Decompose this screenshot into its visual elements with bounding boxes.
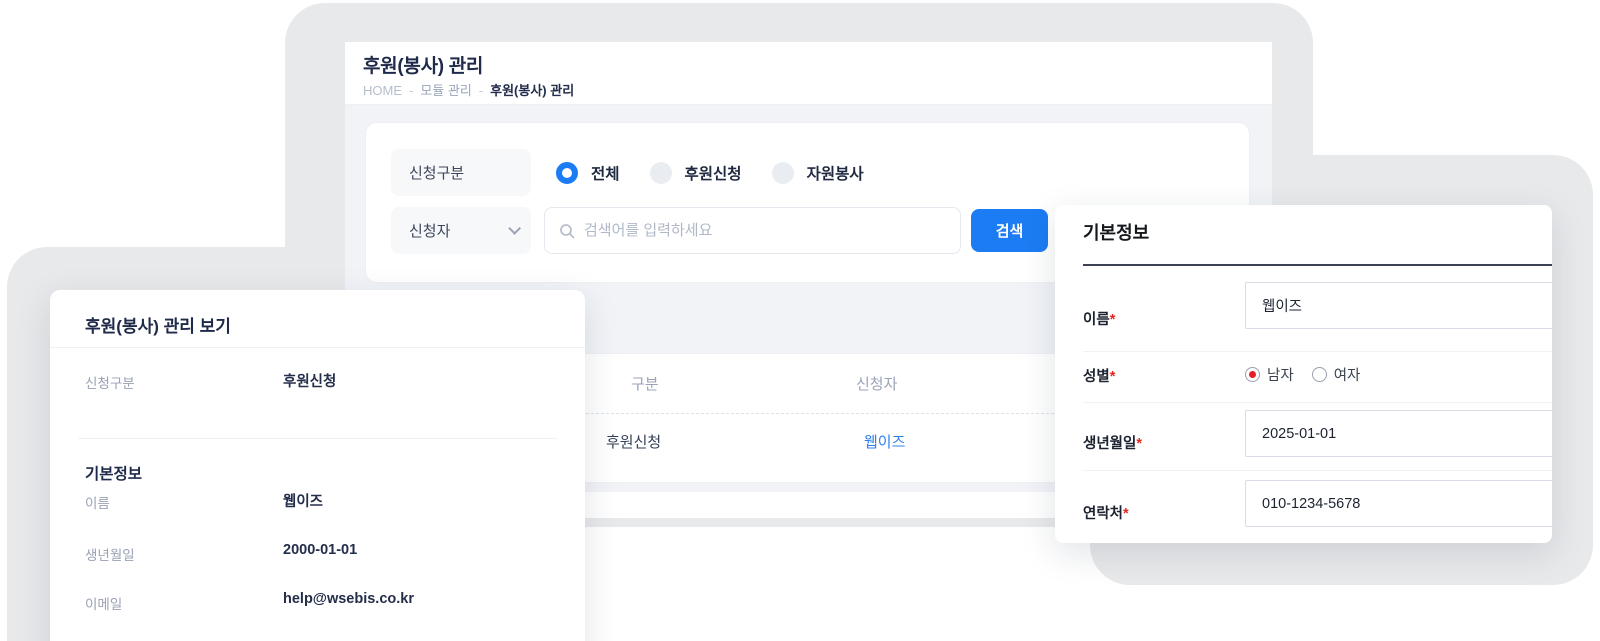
view-field-label: 이름 [85,496,110,511]
chevron-down-icon [508,222,521,235]
breadcrumb-separator: - [478,83,484,98]
label-text: 생년월일 [1083,436,1137,452]
edit-field-label-gender: 성별* [1083,365,1115,386]
row-divider [1083,402,1552,403]
row-divider [1083,470,1552,471]
row-divider [1083,351,1552,352]
view-panel: 후원(봉사) 관리 보기 신청구분 후원신청 기본정보 이름 웹이즈 생년월일 … [50,290,585,641]
name-input[interactable] [1245,282,1552,329]
table-cell-applicant-link[interactable]: 웹이즈 [864,431,905,452]
page-title: 후원(봉사) 관리 [363,56,484,77]
view-field-value: 후원신청 [283,374,337,390]
breadcrumb-module[interactable]: 모듈 관리 [420,83,471,98]
radio-unselected-icon[interactable] [1311,367,1327,382]
radio-unselected-icon[interactable] [649,161,672,184]
breadcrumb-home[interactable]: HOME [363,83,402,98]
radio-option-volunteer[interactable]: 자원봉사 [771,161,864,184]
search-input[interactable] [584,222,946,239]
gender-radio-group: 남자 여자 [1245,364,1360,385]
main-header: 후원(봉사) 관리 HOME - 모듈 관리 - 후원(봉사) 관리 [345,42,1272,105]
radio-selected-icon[interactable] [556,161,578,184]
edit-panel: 기본정보 이름* 성별* 남자 여자 생년월일* [1055,205,1552,543]
filter-category-label: 신청구분 [391,149,531,196]
view-section-title: 기본정보 [85,466,143,483]
gender-option-female[interactable]: 여자 [1311,364,1361,385]
birthdate-input[interactable] [1245,410,1552,457]
label-text: 연락처 [1083,506,1124,522]
radio-option-label: 후원신청 [684,165,742,183]
search-field-select[interactable]: 신청자 [391,207,531,254]
table-cell-category: 후원신청 [606,434,662,451]
title-underline [1083,264,1552,266]
radio-unselected-icon[interactable] [771,161,794,184]
required-mark: * [1136,436,1143,452]
search-field-select-value: 신청자 [409,223,451,240]
view-field-value: help@wsebis.co.kr [283,591,414,607]
divider [50,347,585,348]
filter-radio-group: 전체 후원신청 자원봉사 [556,149,864,196]
required-mark: * [1109,312,1116,328]
required-mark: * [1109,369,1116,385]
view-panel-title: 후원(봉사) 관리 보기 [85,317,231,336]
breadcrumb-separator: - [409,83,414,98]
search-icon [560,223,575,238]
view-field-label: 생년월일 [85,548,135,563]
edit-field-label-name: 이름* [1083,308,1115,329]
radio-option-all[interactable]: 전체 [556,161,620,184]
divider [78,438,557,439]
table-header-category: 구분 [631,376,659,393]
label-text: 성별 [1083,369,1110,385]
radio-option-sponsor[interactable]: 후원신청 [649,161,742,184]
label-text: 이름 [1083,312,1110,328]
view-field-value: 2000-01-01 [283,542,358,558]
view-field-label: 이메일 [85,597,123,612]
filter-category-label-text: 신청구분 [409,165,465,182]
edit-field-label-contact: 연락처* [1083,502,1129,523]
breadcrumb: HOME - 모듈 관리 - 후원(봉사) 관리 [363,80,574,99]
radio-selected-icon[interactable] [1245,367,1260,382]
view-field-label: 신청구분 [85,376,135,391]
gender-option-label: 남자 [1267,368,1294,384]
screenshot-stage: 후원(봉사) 관리 HOME - 모듈 관리 - 후원(봉사) 관리 신청구분 전체 [0,0,1600,641]
table-header-applicant: 신청자 [856,376,898,393]
radio-option-label: 전체 [591,165,620,183]
edit-panel-title: 기본정보 [1083,223,1150,243]
required-mark: * [1123,506,1129,522]
search-box [544,207,961,254]
gender-option-label: 여자 [1333,368,1361,384]
search-button[interactable]: 검색 [971,209,1048,252]
gender-option-male[interactable]: 남자 [1245,364,1294,385]
edit-field-label-birthdate: 생년월일* [1083,432,1142,453]
contact-input[interactable] [1245,480,1552,527]
radio-option-label: 자원봉사 [806,165,864,183]
view-field-value: 웹이즈 [283,494,324,510]
breadcrumb-current: 후원(봉사) 관리 [490,83,575,98]
